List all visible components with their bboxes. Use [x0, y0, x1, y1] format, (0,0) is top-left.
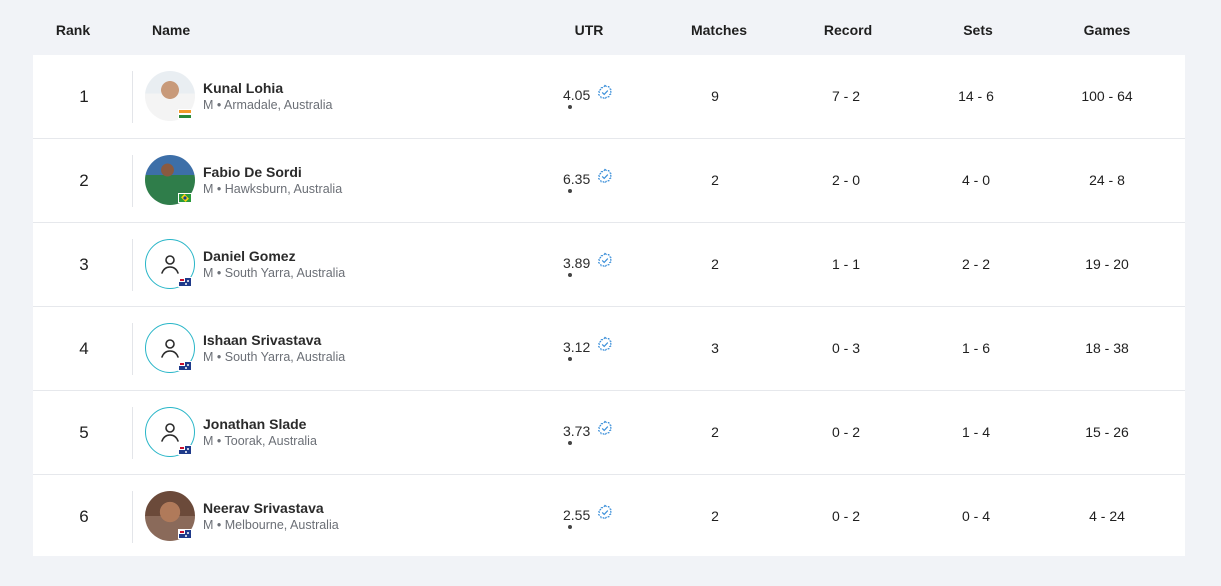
utr-value: 4.05: [563, 87, 591, 103]
rankings-table: 1 Kunal Lohia M • Armadale, Australia 4.05 9…: [33, 55, 1185, 556]
divider: [132, 323, 133, 375]
sets-value: 2 - 2: [961, 256, 991, 272]
table-row[interactable]: 1 Kunal Lohia M • Armadale, Australia 4.05 9…: [33, 55, 1185, 139]
utr-value: 2.55: [563, 507, 591, 523]
player-name[interactable]: Neerav Srivastava: [203, 500, 324, 516]
column-header-games[interactable]: Games: [1084, 22, 1131, 38]
column-header-record[interactable]: Record: [824, 22, 872, 38]
verified-icon: [596, 168, 614, 186]
sets-value: 1 - 6: [961, 340, 991, 356]
utr-value: 3.12: [563, 339, 591, 355]
verified-icon: [596, 504, 614, 522]
player-meta: M • South Yarra, Australia: [203, 350, 346, 364]
sets-value: 14 - 6: [958, 88, 994, 104]
table-row[interactable]: 5 Jonathan Slade M • Toorak, Australia 3.73…: [33, 391, 1185, 475]
table-row[interactable]: 4 Ishaan Srivastava M • South Yarra, Austr…: [33, 307, 1185, 391]
divider: [132, 491, 133, 543]
player-meta: M • Armadale, Australia: [203, 98, 333, 112]
person-icon: [158, 336, 182, 360]
avatar[interactable]: [145, 71, 195, 121]
person-icon: [158, 252, 182, 276]
player-meta: M • Melbourne, Australia: [203, 518, 339, 532]
table-row[interactable]: 3 Daniel Gomez M • South Yarra, Australia 3…: [33, 223, 1185, 307]
rank-value: 1: [79, 87, 89, 106]
divider: [132, 239, 133, 291]
sets-value: 0 - 4: [961, 508, 991, 524]
player-name[interactable]: Ishaan Srivastava: [203, 332, 321, 348]
person-icon: [158, 420, 182, 444]
rank-value: 3: [79, 255, 89, 274]
avatar[interactable]: [145, 491, 195, 541]
utr-dot: [568, 441, 572, 445]
australia-flag-icon: [178, 277, 192, 287]
record-value: 7 - 2: [831, 88, 861, 104]
sets-value: 1 - 4: [961, 424, 991, 440]
player-meta: M • Toorak, Australia: [203, 434, 317, 448]
player-name[interactable]: Kunal Lohia: [203, 80, 283, 96]
games-value: 19 - 20: [1085, 256, 1129, 272]
player-meta: M • Hawksburn, Australia: [203, 182, 343, 196]
utr-dot: [568, 105, 572, 109]
table-row[interactable]: 2 Fabio De Sordi M • Hawksburn, Australia 6…: [33, 139, 1185, 223]
player-meta: M • South Yarra, Australia: [203, 266, 346, 280]
record-value: 0 - 2: [831, 424, 861, 440]
utr-value: 3.89: [563, 255, 591, 271]
record-value: 0 - 3: [831, 340, 861, 356]
rank-value: 5: [79, 423, 89, 442]
utr-dot: [568, 189, 572, 193]
column-header-name[interactable]: Name: [152, 22, 190, 38]
matches-value: 2: [711, 508, 719, 524]
rank-value: 4: [79, 339, 89, 358]
matches-value: 2: [711, 172, 719, 188]
verified-icon: [596, 420, 614, 438]
player-name[interactable]: Fabio De Sordi: [203, 164, 302, 180]
divider: [132, 155, 133, 207]
rank-value: 2: [79, 171, 89, 190]
avatar[interactable]: [145, 239, 195, 289]
matches-value: 2: [711, 424, 719, 440]
player-name[interactable]: Jonathan Slade: [203, 416, 306, 432]
matches-value: 2: [711, 256, 719, 272]
games-value: 15 - 26: [1085, 424, 1129, 440]
verified-icon: [596, 252, 614, 270]
record-value: 0 - 2: [831, 508, 861, 524]
utr-dot: [568, 273, 572, 277]
record-value: 2 - 0: [831, 172, 861, 188]
games-value: 24 - 8: [1089, 172, 1125, 188]
divider: [132, 407, 133, 459]
brazil-flag-icon: [178, 193, 192, 203]
games-value: 100 - 64: [1081, 88, 1133, 104]
australia-flag-icon: [178, 445, 192, 455]
matches-value: 3: [711, 340, 719, 356]
avatar[interactable]: [145, 155, 195, 205]
games-value: 4 - 24: [1089, 508, 1125, 524]
verified-icon: [596, 336, 614, 354]
divider: [132, 71, 133, 123]
australia-flag-icon: [178, 361, 192, 371]
column-header-utr[interactable]: UTR: [575, 22, 604, 38]
matches-value: 9: [711, 88, 719, 104]
avatar[interactable]: [145, 323, 195, 373]
player-name[interactable]: Daniel Gomez: [203, 248, 296, 264]
column-header-matches[interactable]: Matches: [691, 22, 747, 38]
column-header-sets[interactable]: Sets: [963, 22, 993, 38]
utr-dot: [568, 357, 572, 361]
utr-value: 6.35: [563, 171, 591, 187]
table-row[interactable]: 6 Neerav Srivastava M • Melbourne, Austral…: [33, 475, 1185, 559]
india-flag-icon: [178, 109, 192, 119]
avatar[interactable]: [145, 407, 195, 457]
sets-value: 4 - 0: [961, 172, 991, 188]
record-value: 1 - 1: [831, 256, 861, 272]
games-value: 18 - 38: [1085, 340, 1129, 356]
table-header: Rank Name UTR Matches Record Sets Games: [0, 0, 1221, 56]
rank-value: 6: [79, 507, 89, 526]
utr-value: 3.73: [563, 423, 591, 439]
verified-icon: [596, 84, 614, 102]
utr-dot: [568, 525, 572, 529]
australia-flag-icon: [178, 529, 192, 539]
column-header-rank[interactable]: Rank: [56, 22, 90, 38]
